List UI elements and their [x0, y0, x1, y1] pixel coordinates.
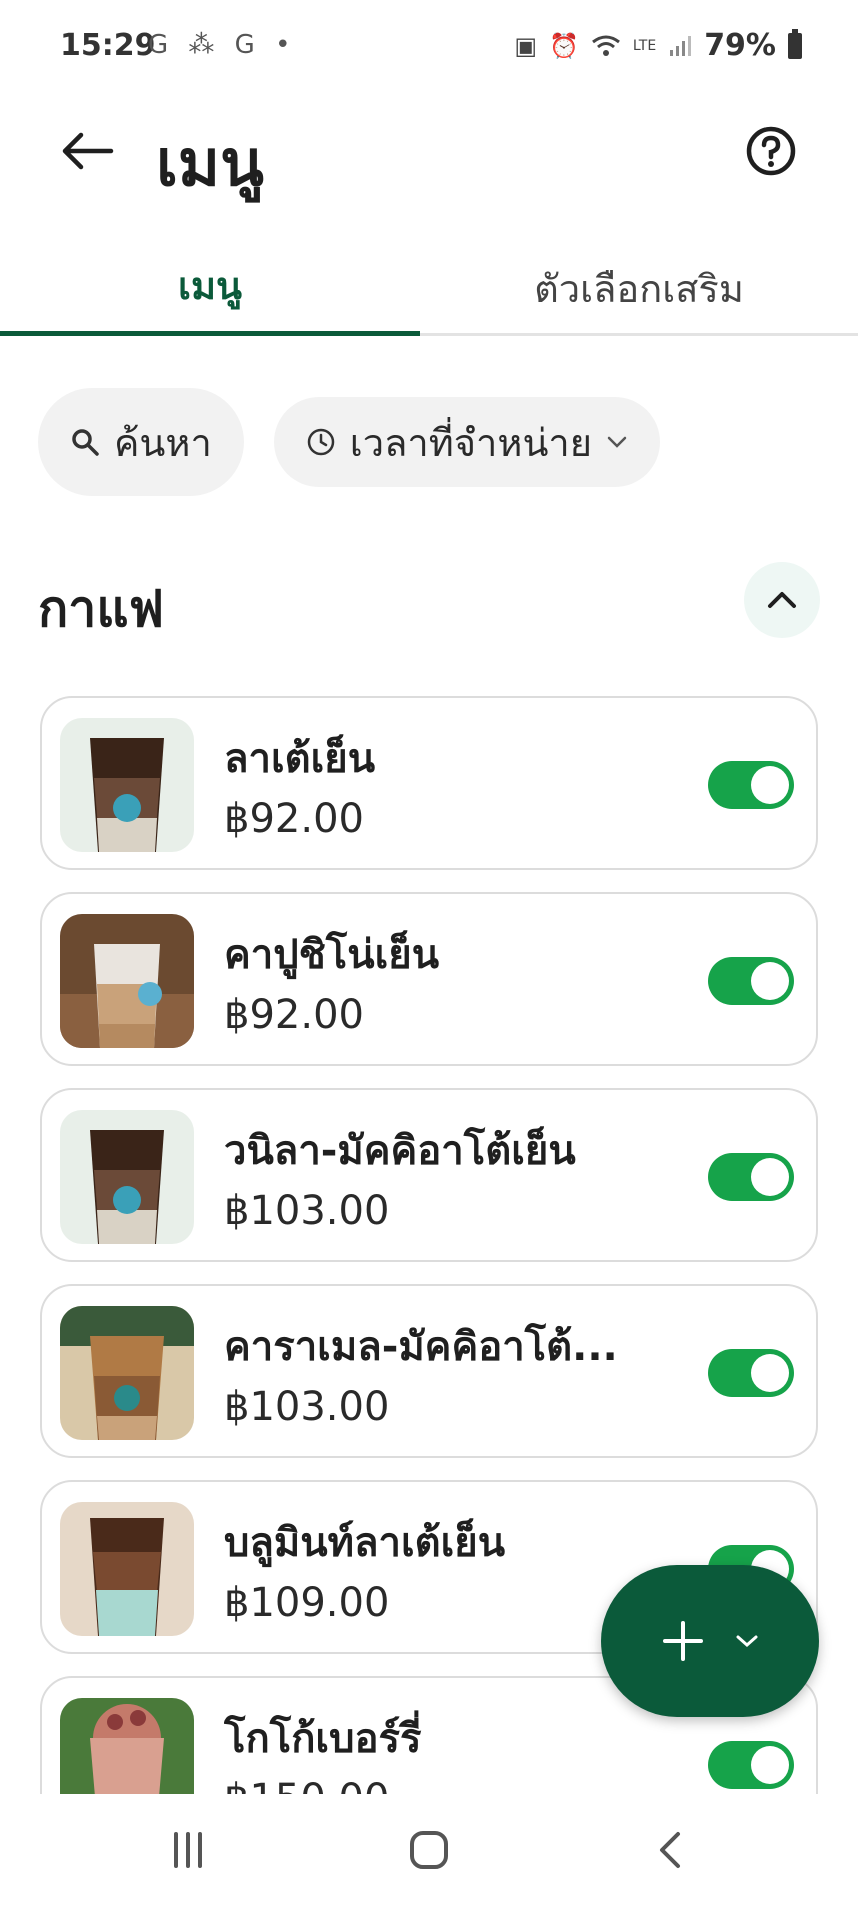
- chevron-up-icon: [768, 592, 796, 608]
- availability-toggle[interactable]: [708, 1153, 794, 1201]
- tab-menu[interactable]: เมนู: [0, 240, 420, 336]
- availability-toggle[interactable]: [708, 1349, 794, 1397]
- help-button[interactable]: [736, 116, 806, 186]
- menu-item-photo: [60, 1698, 194, 1794]
- toggle-knob: [751, 1158, 789, 1196]
- search-chip-label: ค้นหา: [114, 420, 212, 465]
- status-time: 15:29: [60, 28, 156, 63]
- menu-item-price: ฿103.00: [224, 1188, 390, 1234]
- plus-icon: [663, 1621, 703, 1661]
- signal-icon: [670, 35, 692, 56]
- battery-percent: 79%: [704, 28, 776, 63]
- availability-toggle[interactable]: [708, 957, 794, 1005]
- menu-item-price: ฿103.00: [224, 1384, 390, 1430]
- volte-icon: LTE: [632, 37, 657, 54]
- availability-toggle[interactable]: [708, 1741, 794, 1789]
- lock-icon: ▣: [514, 31, 538, 60]
- search-icon: [72, 429, 99, 456]
- menu-item-name: วนิลา-มัคคิอาโต้เย็น: [224, 1128, 576, 1174]
- help-icon: [746, 126, 796, 176]
- status-bar: 15:29 G ⁂ G • ▣ ⏰ LTE 79%: [0, 0, 858, 96]
- menu-item-price: ฿92.00: [224, 796, 364, 842]
- menu-item-photo: [60, 718, 194, 852]
- menu-item-card[interactable]: ลาเต้เย็น ฿92.00: [40, 696, 818, 870]
- tab-add-on-options[interactable]: ตัวเลือกเสริม: [420, 240, 858, 336]
- tab-bar: เมนู ตัวเลือกเสริม: [0, 240, 858, 336]
- page-title: เมนู: [156, 127, 264, 201]
- search-chip[interactable]: ค้นหา: [38, 388, 244, 496]
- notification-icons: G ⁂ G •: [148, 30, 297, 60]
- menu-item-name: คาราเมล-มัคคิอาโต้...: [224, 1324, 618, 1370]
- selling-time-dropdown[interactable]: เวลาที่จำหน่าย: [273, 397, 661, 487]
- category-title: กาแฟ: [38, 580, 164, 638]
- menu-item-card[interactable]: วนิลา-มัคคิอาโต้เย็น ฿103.00: [40, 1088, 818, 1262]
- arrow-left-icon: [62, 132, 114, 170]
- menu-item-name: บลูมินท์ลาเต้เย็น: [224, 1520, 506, 1566]
- menu-item-name: โกโก้เบอร์รี่: [224, 1716, 422, 1762]
- menu-item-card[interactable]: คาปูชิโน่เย็น ฿92.00: [40, 892, 818, 1066]
- collapse-category-button[interactable]: [744, 562, 820, 638]
- back-button[interactable]: [52, 116, 122, 186]
- toggle-knob: [751, 962, 789, 1000]
- chevron-down-icon: [736, 1635, 758, 1648]
- home-icon: [410, 1831, 448, 1869]
- menu-item-photo: [60, 1110, 194, 1244]
- battery-icon: [788, 28, 802, 59]
- menu-item-price: ฿150.00: [224, 1776, 389, 1794]
- clock-icon: [307, 428, 335, 456]
- add-item-fab[interactable]: [601, 1565, 819, 1717]
- menu-item-card[interactable]: คาราเมล-มัคคิอาโต้... ฿103.00: [40, 1284, 818, 1458]
- status-right: ▣ ⏰ LTE 79%: [514, 28, 802, 63]
- app-header: เมนู: [0, 96, 858, 236]
- filter-bar: ค้นหา เวลาที่จำหน่าย: [38, 388, 661, 496]
- system-nav-bar: [0, 1794, 858, 1907]
- home-button[interactable]: [389, 1818, 469, 1882]
- menu-item-name: คาปูชิโน่เย็น: [224, 932, 440, 978]
- menu-item-photo: [60, 1306, 194, 1440]
- selling-time-label: เวลาที่จำหน่าย: [349, 420, 593, 465]
- alarm-icon: ⏰: [549, 31, 579, 60]
- toggle-knob: [751, 1354, 789, 1392]
- menu-item-price: ฿109.00: [224, 1580, 390, 1626]
- menu-item-photo: [60, 914, 194, 1048]
- back-nav-button[interactable]: [630, 1818, 710, 1882]
- recent-apps-button[interactable]: [148, 1818, 228, 1882]
- menu-item-name: ลาเต้เย็น: [224, 736, 376, 782]
- menu-item-photo: [60, 1502, 194, 1636]
- toggle-knob: [751, 766, 789, 804]
- recent-apps-icon: [174, 1832, 202, 1868]
- wifi-icon: [591, 35, 620, 56]
- toggle-knob: [751, 1746, 789, 1784]
- chevron-down-icon: [607, 436, 627, 448]
- back-nav-icon: [660, 1832, 680, 1868]
- menu-item-price: ฿92.00: [224, 992, 364, 1038]
- availability-toggle[interactable]: [708, 761, 794, 809]
